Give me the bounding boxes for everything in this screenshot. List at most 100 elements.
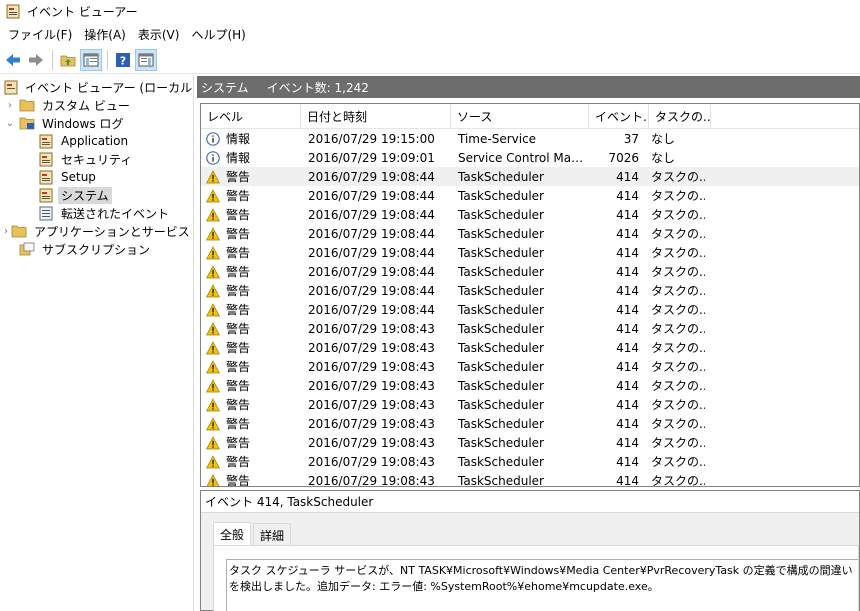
show-tree-icon [83, 53, 99, 66]
cell-event-id: 414 [616, 264, 639, 279]
help-button[interactable]: ? [112, 49, 134, 71]
chevron-right-icon[interactable]: › [4, 226, 8, 237]
table-row[interactable]: 警告 2016/07/29 19:08:43 TaskScheduler 414 タスク… [201, 433, 859, 452]
log-icon [38, 151, 54, 167]
column-header-event-id[interactable]: イベント... [589, 104, 649, 129]
table-row[interactable]: 警告 2016/07/29 19:08:43 TaskScheduler 414 タスク… [201, 414, 859, 433]
warning-icon [206, 359, 220, 373]
cell-source: TaskScheduler [458, 378, 544, 393]
table-row[interactable]: 警告 2016/07/29 19:08:43 TaskScheduler 414 タスク… [201, 452, 859, 471]
cell-source: TaskScheduler [458, 435, 544, 450]
info-icon [206, 131, 220, 146]
column-header-date[interactable]: 日付と時刻 [301, 104, 451, 129]
tree-root-label: イベント ビューアー (ローカル) [25, 80, 194, 95]
column-header-task[interactable]: タスクの... [649, 104, 711, 129]
table-row[interactable]: 警告 2016/07/29 19:08:44 TaskScheduler 414 タスク… [201, 186, 859, 205]
cell-source: TaskScheduler [458, 454, 544, 469]
warning-icon [206, 397, 220, 411]
table-row[interactable]: 警告 2016/07/29 19:08:43 TaskScheduler 414 タスク… [201, 338, 859, 357]
menu-action[interactable]: 操作(A) [78, 26, 132, 43]
table-row[interactable]: 警告 2016/07/29 19:08:44 TaskScheduler 414 タスク… [201, 243, 859, 262]
cell-source: TaskScheduler [458, 302, 544, 317]
cell-event-id: 7026 [608, 150, 639, 165]
tree-item-system[interactable]: システム [0, 186, 193, 204]
table-row[interactable]: 警告 2016/07/29 19:08:43 TaskScheduler 414 タスク… [201, 395, 859, 414]
cell-event-id: 414 [616, 169, 639, 184]
menu-file[interactable]: ファイル(F) [2, 26, 78, 43]
cell-task: タスクの... [651, 284, 705, 298]
table-row[interactable]: 警告 2016/07/29 19:08:43 TaskScheduler 414 タスク… [201, 357, 859, 376]
tree-item-custom-views[interactable]: › カスタム ビュー [0, 96, 193, 114]
tree-item-subscriptions[interactable]: サブスクリプション [0, 240, 193, 258]
table-row[interactable]: 警告 2016/07/29 19:08:44 TaskScheduler 414 タスク… [201, 262, 859, 281]
cell-level: 警告 [201, 263, 301, 280]
level-text: 警告 [226, 246, 251, 260]
action-pane-icon [138, 53, 154, 66]
column-header-source[interactable]: ソース [451, 104, 589, 129]
cell-source: TaskScheduler [458, 416, 544, 431]
tree-item-label: Setup [61, 170, 96, 184]
cell-source: TaskScheduler [458, 188, 544, 203]
warning-icon [206, 188, 220, 202]
table-row[interactable]: 警告 2016/07/29 19:08:44 TaskScheduler 414 タスク… [201, 205, 859, 224]
cell-source: TaskScheduler [458, 226, 544, 241]
chevron-right-icon[interactable]: › [4, 100, 16, 111]
cell-task: タスクの... [651, 265, 705, 279]
cell-event-id: 414 [616, 473, 639, 487]
tree-item-label: Windows ログ [42, 116, 124, 131]
table-row[interactable]: 情報 2016/07/29 19:15:00 Time-Service 37 なし [201, 129, 859, 148]
table-row[interactable]: 警告 2016/07/29 19:08:44 TaskScheduler 414 タスク… [201, 167, 859, 186]
windows-logs-folder-icon [19, 115, 35, 131]
back-button[interactable] [2, 49, 24, 71]
cell-date: 2016/07/29 19:15:00 [308, 131, 435, 146]
level-text: 警告 [226, 170, 251, 184]
tree-root[interactable]: イベント ビューアー (ローカル) [0, 78, 193, 96]
level-text: 情報 [226, 151, 251, 165]
warning-icon [206, 321, 220, 335]
tab-general[interactable]: 全般 [213, 522, 252, 546]
column-header-level[interactable]: レベル [201, 104, 301, 129]
menu-view[interactable]: 表示(V) [132, 26, 186, 43]
level-text: 警告 [226, 265, 251, 279]
event-description[interactable]: タスク スケジューラ サービスが、NT TASK¥Microsoft¥Windo… [226, 559, 858, 611]
level-text: 警告 [226, 398, 251, 412]
forward-button[interactable] [25, 49, 47, 71]
log-icon [38, 187, 54, 203]
table-row[interactable]: 警告 2016/07/29 19:08:44 TaskScheduler 414 タスク… [201, 300, 859, 319]
table-row[interactable]: 警告 2016/07/29 19:08:43 TaskScheduler 414 タスク… [201, 319, 859, 338]
cell-level: 警告 [201, 168, 301, 185]
cell-task: タスクの... [651, 436, 705, 450]
tree-item-app-service-logs[interactable]: › アプリケーションとサービス ログ [0, 222, 193, 240]
level-text: 警告 [226, 189, 251, 203]
table-row[interactable]: 警告 2016/07/29 19:08:43 TaskScheduler 414 タスク… [201, 471, 859, 487]
level-text: 警告 [226, 284, 251, 298]
event-count: イベント数: 1,242 [266, 80, 369, 95]
tree-item-forwarded-events[interactable]: 転送されたイベント [0, 204, 193, 222]
warning-icon [206, 245, 220, 259]
up-folder-button[interactable] [57, 49, 79, 71]
table-row[interactable]: 警告 2016/07/29 19:08:44 TaskScheduler 414 タスク… [201, 281, 859, 300]
tree-item-windows-logs[interactable]: ⌄ Windows ログ [0, 114, 193, 132]
cell-event-id: 414 [616, 283, 639, 298]
action-pane-button[interactable] [135, 48, 157, 71]
chevron-down-icon[interactable]: ⌄ [4, 118, 16, 129]
table-row[interactable]: 警告 2016/07/29 19:08:44 TaskScheduler 414 タスク… [201, 224, 859, 243]
cell-task: タスクの... [651, 474, 705, 487]
tree-item-security[interactable]: セキュリティ [0, 150, 193, 168]
cell-date: 2016/07/29 19:08:44 [308, 245, 435, 260]
warning-icon [206, 378, 220, 392]
warning-icon [206, 226, 220, 240]
tab-details[interactable]: 詳細 [253, 523, 292, 545]
cell-event-id: 414 [616, 416, 639, 431]
table-row[interactable]: 情報 2016/07/29 19:09:01 Service Control Man… [201, 148, 859, 167]
cell-task: タスクの... [651, 360, 705, 374]
tree-item-application[interactable]: Application [0, 132, 193, 150]
details-title: イベント 414, TaskScheduler [201, 491, 859, 513]
menu-help[interactable]: ヘルプ(H) [185, 26, 251, 43]
warning-icon [206, 435, 220, 449]
show-tree-button[interactable] [80, 48, 102, 71]
tree-item-setup[interactable]: Setup [0, 168, 193, 186]
cell-event-id: 414 [616, 435, 639, 450]
level-text: 警告 [226, 322, 251, 336]
table-row[interactable]: 警告 2016/07/29 19:08:43 TaskScheduler 414 タスク… [201, 376, 859, 395]
